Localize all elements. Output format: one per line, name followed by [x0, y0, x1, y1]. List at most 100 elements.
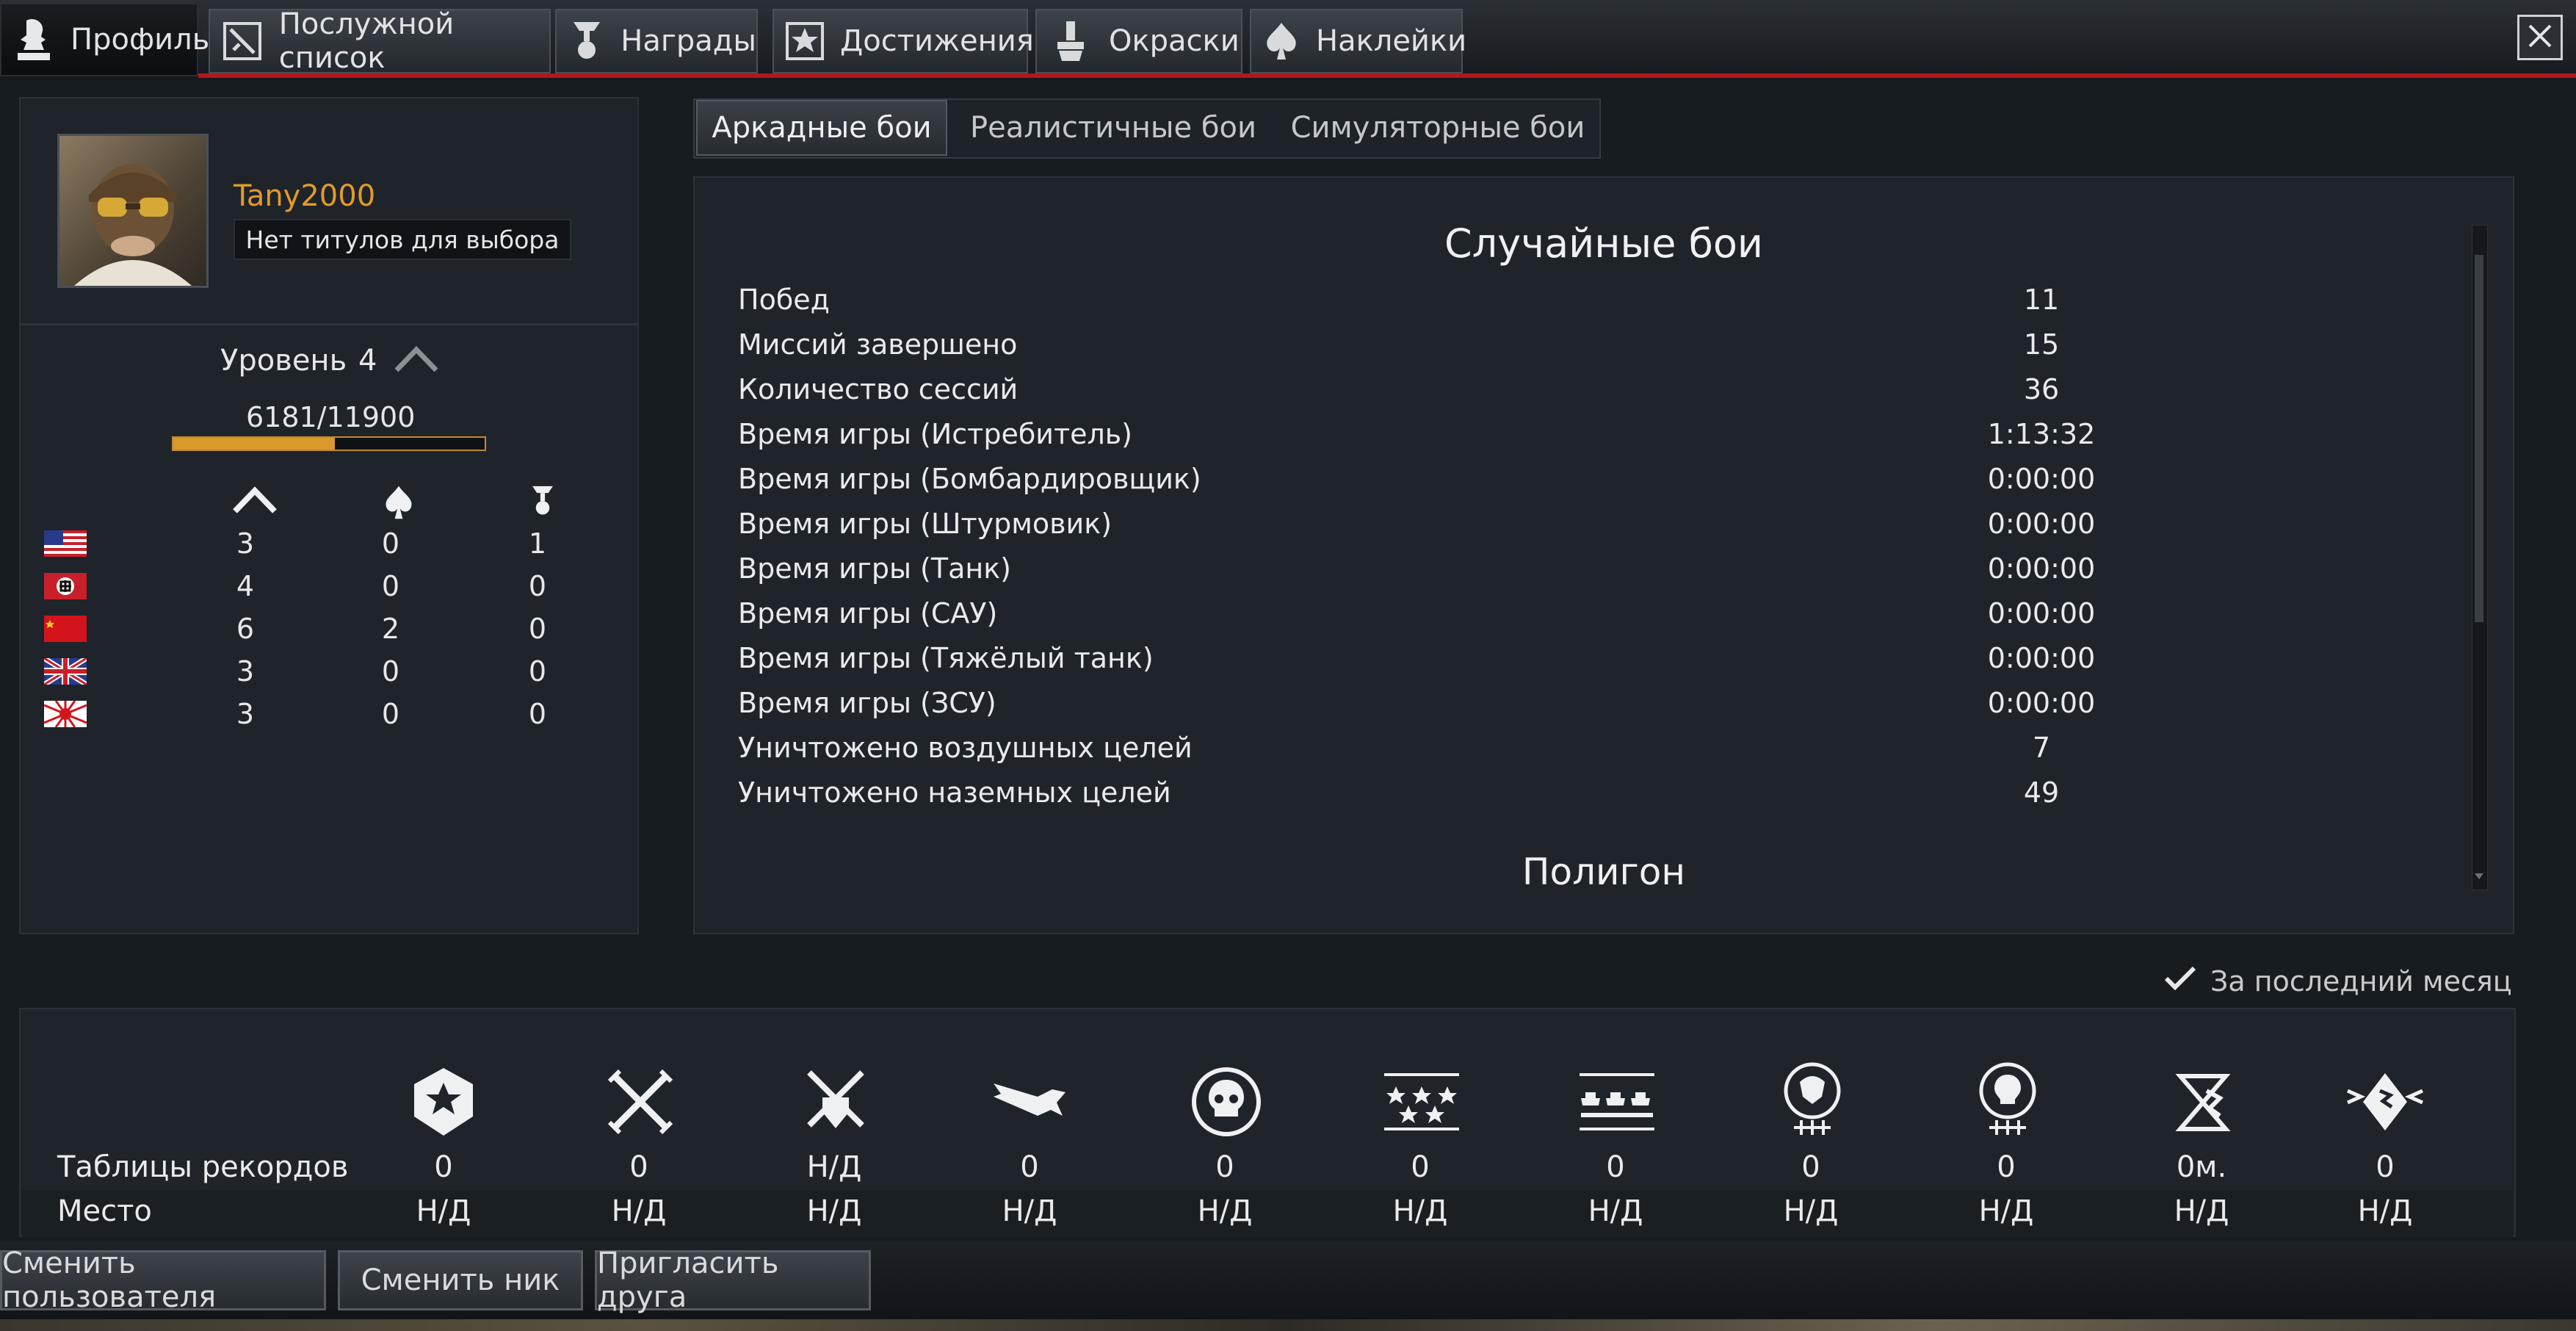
- medal-icon: [530, 482, 555, 523]
- close-button[interactable]: [2517, 15, 2563, 60]
- tab-skins[interactable]: Окраски: [1035, 9, 1242, 73]
- place-value: Н/Д: [2357, 1194, 2413, 1228]
- nation-award-value: 0: [528, 570, 547, 602]
- stat-value: 0:00:00: [1987, 642, 2096, 674]
- stat-value: 0:00:00: [1987, 687, 2096, 719]
- tab-label: Достижения: [840, 24, 1034, 58]
- level-label: Уровень: [220, 344, 347, 378]
- record-value: 0: [1411, 1150, 1430, 1184]
- background-strip: [0, 1319, 2576, 1331]
- stat-label: Уничтожено воздушных целей: [738, 732, 1193, 764]
- service-record-icon: [222, 19, 263, 63]
- record-value: 0: [629, 1150, 648, 1184]
- nation-decal-value: 0: [381, 698, 400, 730]
- stat-value: 0:00:00: [1987, 552, 2096, 585]
- five-stars-icon[interactable]: [1378, 1058, 1466, 1146]
- nation-rank-value: 6: [236, 613, 255, 645]
- profile-bust-icon: [13, 18, 54, 62]
- stats-section-title: Случайные бои: [1444, 220, 1764, 267]
- nation-award-value: 0: [528, 698, 547, 730]
- spade-icon: [1263, 19, 1300, 63]
- tab-label: Послужной список: [278, 7, 455, 75]
- chevron-up-icon: [394, 341, 439, 376]
- victory-star-icon[interactable]: [399, 1058, 488, 1146]
- star-icon: [786, 19, 824, 63]
- tab-decals[interactable]: Наклейки: [1250, 9, 1467, 73]
- avatar[interactable]: [57, 134, 209, 288]
- aircraft-icon[interactable]: [987, 1058, 1075, 1146]
- stat-label: Время игры (ЗСУ): [738, 687, 996, 719]
- record-value: 0м.: [2176, 1150, 2227, 1184]
- lightbulb-emblem-icon[interactable]: [1964, 1058, 2052, 1146]
- record-value: 0: [1020, 1150, 1039, 1184]
- change-nickname-button[interactable]: Сменить ник: [338, 1250, 583, 1310]
- pilot-portrait-icon: [74, 164, 192, 286]
- crossed-swords-icon[interactable]: [596, 1058, 684, 1146]
- paint-brush-icon: [1049, 19, 1093, 63]
- stat-value: 1:13:32: [1987, 418, 2096, 450]
- tab-service-record[interactable]: Послужной список: [209, 7, 551, 75]
- spade-icon: [382, 485, 416, 523]
- stat-value: 15: [2023, 328, 2060, 361]
- tab-profile[interactable]: Профиль: [0, 3, 209, 76]
- nation-award-value: 1: [528, 527, 547, 560]
- nation-rank-value: 3: [236, 527, 255, 560]
- place-value: Н/Д: [611, 1194, 667, 1228]
- scroll-down-icon[interactable]: [2473, 870, 2485, 884]
- place-value: Н/Д: [1197, 1194, 1253, 1228]
- tab-label: Наклейки: [1316, 24, 1467, 58]
- place-row-label: Место: [57, 1194, 152, 1228]
- lion-emblem-icon[interactable]: [1768, 1058, 1856, 1146]
- stat-value: 0:00:00: [1987, 597, 2096, 630]
- player-nickname: Tany2000: [234, 179, 376, 213]
- stat-value: 7: [2032, 732, 2051, 764]
- tab-label: Профиль: [70, 23, 210, 57]
- hourglass-icon[interactable]: [2159, 1058, 2247, 1146]
- nation-decal-value: 2: [381, 613, 400, 645]
- tab-simulator-battles[interactable]: Симуляторные бои: [1278, 100, 1598, 156]
- ussr-flag-icon: [44, 616, 87, 642]
- stat-label: Время игры (САУ): [738, 597, 998, 630]
- records-row-label: Таблицы рекордов: [57, 1150, 349, 1184]
- tab-arcade-battles[interactable]: Аркадные бои: [696, 100, 947, 156]
- record-value: 0: [1606, 1150, 1625, 1184]
- place-value: Н/Д: [1978, 1194, 2034, 1228]
- nation-decal-value: 0: [381, 527, 400, 560]
- place-value: Н/Д: [1002, 1194, 1057, 1228]
- tanks-row-icon[interactable]: [1573, 1058, 1661, 1146]
- place-value: Н/Д: [806, 1194, 862, 1228]
- skull-icon[interactable]: [1182, 1058, 1270, 1146]
- nation-rank-value: 3: [236, 655, 255, 688]
- checkmark-icon[interactable]: [2163, 964, 2197, 996]
- place-value: Н/Д: [1392, 1194, 1448, 1228]
- uk-flag-icon: [43, 656, 88, 687]
- xp-progress-fill: [173, 438, 336, 450]
- switch-user-button[interactable]: Сменить пользователя: [0, 1247, 326, 1314]
- swords-shield-icon[interactable]: [792, 1058, 880, 1146]
- scrollbar-thumb[interactable]: [2475, 255, 2483, 622]
- record-value: 0: [2376, 1150, 2395, 1184]
- tab-awards[interactable]: Награды: [555, 9, 758, 73]
- stats-scrollbar[interactable]: [2472, 225, 2488, 890]
- stat-value: 49: [2023, 776, 2060, 809]
- record-value: 0: [434, 1150, 453, 1184]
- stat-label: Уничтожено наземных целей: [738, 776, 1171, 809]
- stats-next-section-title: Полигон: [1522, 851, 1686, 893]
- nation-rank-value: 3: [236, 698, 255, 730]
- tab-label: Награды: [621, 24, 756, 58]
- stat-label: Миссий завершено: [738, 328, 1018, 361]
- tab-realistic-battles[interactable]: Реалистичные бои: [955, 100, 1272, 156]
- stat-label: Время игры (Танк): [738, 552, 1011, 585]
- nation-decal-value: 0: [381, 655, 400, 688]
- level-value: 4: [358, 344, 377, 378]
- last-month-toggle-label[interactable]: За последний месяц: [2210, 965, 2512, 998]
- title-select[interactable]: Нет титулов для выбора: [234, 219, 571, 260]
- place-value: Н/Д: [416, 1194, 471, 1228]
- tab-achievements[interactable]: Достижения: [773, 9, 1034, 73]
- usa-flag-icon: [44, 530, 87, 557]
- stat-label: Время игры (Штурмовик): [738, 508, 1112, 540]
- winged-diamond-icon[interactable]: [2341, 1058, 2429, 1146]
- tab-label: Окраски: [1109, 24, 1240, 58]
- invite-friend-button[interactable]: Пригласить друга: [595, 1247, 871, 1314]
- place-value: Н/Д: [1783, 1194, 1839, 1228]
